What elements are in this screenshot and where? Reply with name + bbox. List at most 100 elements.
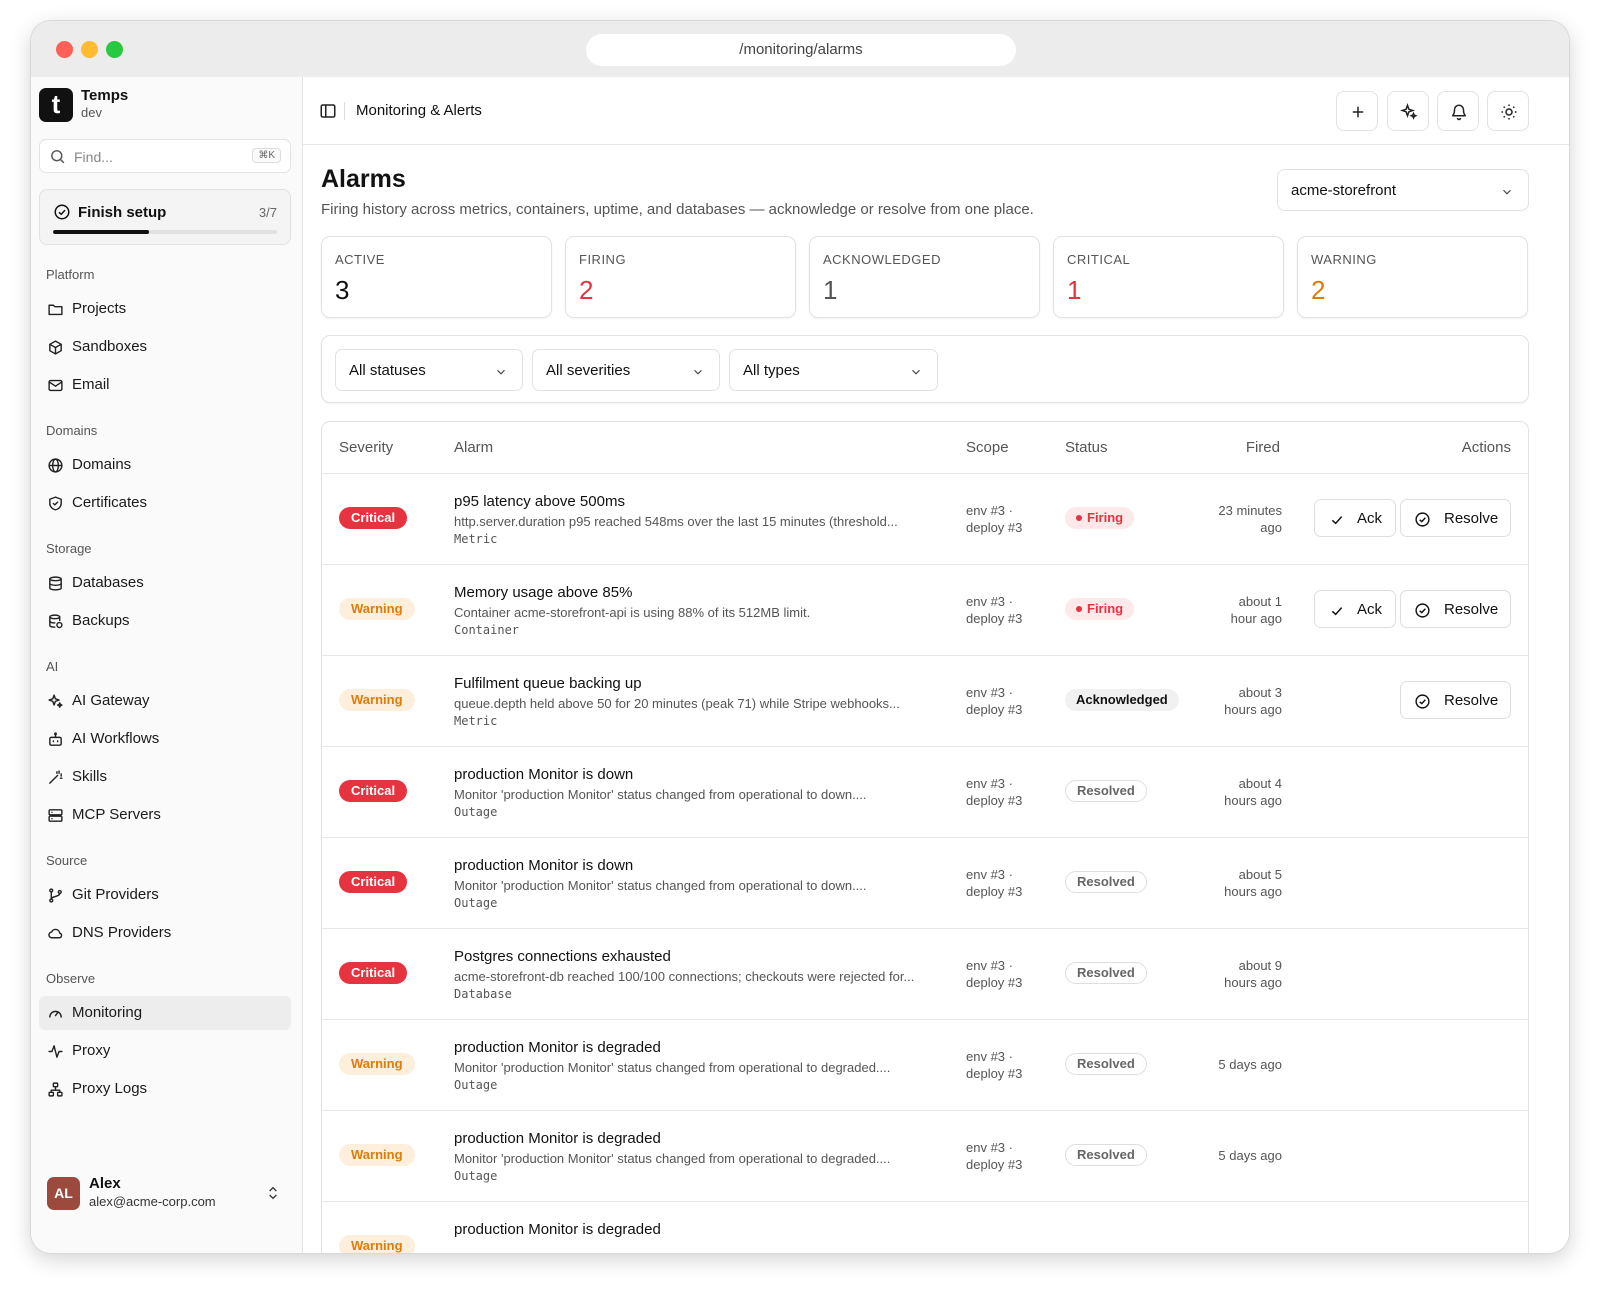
ack-button[interactable]: Ack [1314, 590, 1396, 628]
sidebar-item-proxy[interactable]: Proxy [39, 1034, 291, 1068]
sidebar-toggle-icon[interactable] [319, 102, 337, 120]
user-name: Alex [89, 1175, 121, 1192]
finish-setup-label: Finish setup [78, 204, 167, 221]
fired-time-line: 23 minutes [1218, 503, 1282, 518]
stat-label: CRITICAL [1067, 252, 1131, 267]
bot-icon [49, 732, 62, 746]
sidebar-item-skills[interactable]: Skills [39, 760, 291, 794]
finish-setup-count: 3/7 [258, 205, 277, 220]
sidebar-item-ai-gateway[interactable]: AI Gateway [39, 684, 291, 718]
resolve-button[interactable]: Resolve [1400, 590, 1511, 628]
resolve-button[interactable]: Resolve [1400, 499, 1511, 537]
sidebar-item-projects[interactable]: Projects [39, 292, 291, 326]
sidebar: t Temps dev Find... ⌘K Finish setup 3/7 … [31, 77, 303, 1253]
resolve-button-label: Resolve [1444, 601, 1499, 618]
sidebar-item-label: AI Gateway [72, 692, 150, 709]
database-icon [49, 576, 62, 591]
search-input[interactable]: Find... ⌘K [39, 139, 291, 173]
close-window-button[interactable] [56, 41, 73, 58]
sidebar-item-git-providers[interactable]: Git Providers [39, 878, 291, 912]
alarm-scope: env #3 · deploy #3 [966, 593, 1022, 627]
severity-filter-select[interactable]: All severities [532, 349, 720, 391]
severity-badge: Warning [339, 1053, 415, 1075]
fired-time: 23 minutes ago [1172, 502, 1282, 536]
check-icon [1331, 607, 1343, 616]
sidebar-item-sandboxes[interactable]: Sandboxes [39, 330, 291, 364]
minimize-window-button[interactable] [81, 41, 98, 58]
table-row[interactable]: Warning production Monitor is degraded [322, 1202, 1528, 1253]
shield-check-icon [49, 496, 62, 511]
sidebar-item-dns-providers[interactable]: DNS Providers [39, 916, 291, 950]
table-row[interactable]: Warning production Monitor is degraded Mon… [322, 1020, 1528, 1111]
alarm-scope: env #3 · deploy #3 [966, 684, 1022, 718]
type-filter-select[interactable]: All types [729, 349, 938, 391]
scope-environment: env #3 · [966, 503, 1013, 518]
type-filter-value: All types [743, 362, 800, 379]
cloud-icon [48, 928, 63, 939]
status-filter-select[interactable]: All statuses [335, 349, 523, 391]
alarm-description: acme-storefront-db reached 100/100 conne… [454, 969, 915, 984]
project-select[interactable]: acme-storefront [1277, 169, 1529, 211]
sun-icon [1501, 104, 1517, 120]
alarm-description: Container acme-storefront-api is using 8… [454, 605, 811, 620]
finish-setup-card[interactable]: Finish setup 3/7 [39, 189, 291, 245]
brand-logo[interactable]: t [39, 88, 73, 122]
add-button[interactable] [1336, 91, 1378, 131]
alarm-description: Monitor 'production Monitor' status chan… [454, 878, 867, 893]
table-row[interactable]: Critical p95 latency above 500ms http.serv… [322, 474, 1528, 565]
fired-time-line: about 9 [1238, 958, 1282, 973]
resolve-button-label: Resolve [1444, 692, 1499, 709]
scope-environment: env #3 · [966, 594, 1013, 609]
search-shortcut: ⌘K [252, 148, 281, 163]
table-row[interactable]: Critical production Monitor is down Monito… [322, 747, 1528, 838]
sidebar-item-ai-workflows[interactable]: AI Workflows [39, 722, 291, 756]
chevron-down-icon [694, 369, 702, 375]
table-row[interactable]: Critical Postgres connections exhausted ac… [322, 929, 1528, 1020]
ack-button-label: Ack [1357, 510, 1383, 527]
stat-card-firing: FIRING 2 [565, 236, 796, 318]
sidebar-item-email[interactable]: Email [39, 368, 291, 402]
alarm-type: Metric [454, 532, 498, 546]
table-row[interactable]: Critical production Monitor is down Monito… [322, 838, 1528, 929]
alarm-type: Outage [454, 1078, 498, 1092]
sidebar-item-domains[interactable]: Domains [39, 448, 291, 482]
resolve-button[interactable]: Resolve [1400, 681, 1511, 719]
stat-label: ACTIVE [335, 252, 385, 267]
ai-assistant-button[interactable] [1387, 91, 1429, 131]
scope-environment: env #3 · [966, 1049, 1013, 1064]
address-bar[interactable]: /monitoring/alarms [586, 34, 1016, 66]
sidebar-group-title: Source [46, 853, 88, 868]
sidebar-item-backups[interactable]: Backups [39, 604, 291, 638]
theme-toggle-button[interactable] [1487, 91, 1529, 131]
stat-card-critical: CRITICAL 1 [1053, 236, 1284, 318]
sidebar-item-certificates[interactable]: Certificates [39, 486, 291, 520]
status-text: Acknowledged [1076, 692, 1168, 707]
fired-time-line: hours ago [1224, 975, 1282, 990]
folder-icon [48, 304, 63, 316]
status-filter-value: All statuses [349, 362, 426, 379]
table-row[interactable]: Warning Fulfilment queue backing up queue.… [322, 656, 1528, 747]
sidebar-item-mcp-servers[interactable]: MCP Servers [39, 798, 291, 832]
sidebar-item-proxy-logs[interactable]: Proxy Logs [39, 1072, 291, 1106]
status-badge: Resolved [1065, 1053, 1147, 1075]
notifications-button[interactable] [1437, 91, 1479, 131]
scope-environment: env #3 · [966, 685, 1013, 700]
scope-environment: env #3 · [966, 1140, 1013, 1155]
alarm-scope: env #3 · deploy #3 [966, 1139, 1022, 1173]
maximize-window-button[interactable] [106, 41, 123, 58]
ack-button[interactable]: Ack [1314, 499, 1396, 537]
status-badge: Resolved [1065, 780, 1147, 802]
plus-icon [1352, 106, 1364, 118]
table-row[interactable]: Warning Memory usage above 85% Container a… [322, 565, 1528, 656]
alarms-table: Severity Alarm Scope Status Fired Action… [321, 421, 1529, 1253]
check-circle-icon [54, 204, 70, 220]
table-row[interactable]: Warning production Monitor is degraded Mon… [322, 1111, 1528, 1202]
sidebar-item-databases[interactable]: Databases [39, 566, 291, 600]
sidebar-item-monitoring[interactable]: Monitoring [39, 996, 291, 1030]
fired-time-line: about 5 [1238, 867, 1282, 882]
user-menu[interactable]: AL Alex alex@acme-corp.com [39, 1173, 291, 1221]
user-email: alex@acme-corp.com [89, 1194, 216, 1209]
stat-value: 2 [579, 275, 594, 305]
severity-badge: Warning [339, 598, 415, 620]
fired-time: 5 days ago [1172, 1147, 1282, 1164]
